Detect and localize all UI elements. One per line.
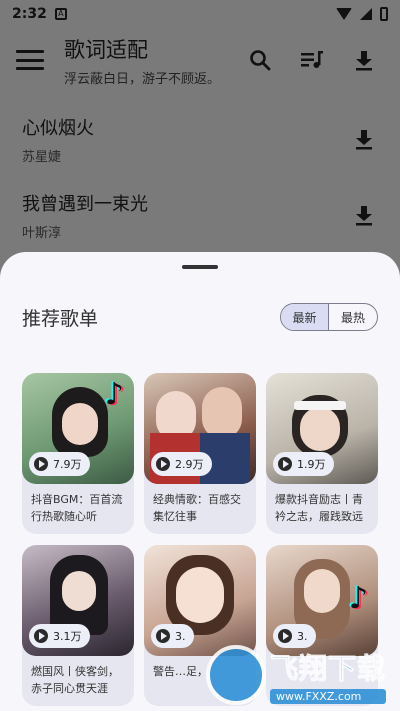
playlist-card[interactable]: 1.9万 爆款抖音励志丨青衿之志，履践致远 (266, 373, 378, 534)
tab-latest[interactable]: 最新 (281, 304, 329, 330)
play-count: 7.9万 (29, 452, 90, 476)
tab-hottest[interactable]: 最热 (329, 304, 377, 330)
play-icon (34, 629, 48, 643)
play-count: 3.1万 (29, 624, 90, 648)
sheet-title: 推荐歌单 (22, 307, 99, 330)
playlist-card[interactable]: ♪ 7.9万 抖音BGM：百首流行热歌随心听 (22, 373, 134, 534)
watermark-logo-icon (205, 645, 266, 705)
playlist-cover: ♪ 7.9万 (22, 373, 134, 484)
play-icon (156, 629, 170, 643)
watermark-url: www.FXXZ.com (269, 688, 386, 704)
playlist-cover: 2.9万 (144, 373, 256, 484)
recommend-sheet: 推荐歌单 最新 最热 ♪ 7.9万 抖音BGM：百首流行热歌随心听 2.9万 经… (0, 252, 400, 711)
play-icon (278, 629, 292, 643)
drag-handle[interactable] (182, 265, 218, 269)
play-count: 3. (151, 624, 194, 648)
play-icon (278, 457, 292, 471)
playlist-title: 经典情歌：百感交集忆往事 (153, 493, 241, 523)
tiktok-logo-icon: ♪ (348, 581, 368, 616)
sort-toggle: 最新 最热 (280, 303, 378, 331)
playlist-card[interactable]: 2.9万 经典情歌：百感交集忆往事 (144, 373, 256, 534)
watermark-text: 飞翔下载 (269, 651, 386, 685)
play-icon (156, 457, 170, 471)
playlist-card[interactable]: 3.1万 燃国风丨侠客剑，赤子同心贯天涯 (22, 545, 134, 706)
tiktok-logo-icon: ♪ (104, 377, 124, 412)
playlist-title: 抖音BGM：百首流行热歌随心听 (31, 493, 123, 523)
play-count: 2.9万 (151, 452, 212, 476)
playlist-cover: 1.9万 (266, 373, 378, 484)
playlist-title: 燃国风丨侠客剑，赤子同心贯天涯 (31, 665, 119, 695)
playlist-cover: ♪ 3. (266, 545, 378, 656)
playlist-cover: 3. (144, 545, 256, 656)
playlist-cover: 3.1万 (22, 545, 134, 656)
play-count: 1.9万 (273, 452, 334, 476)
playlist-title: 爆款抖音励志丨青衿之志，履践致远 (275, 493, 363, 523)
watermark: 飞翔下载 www.FXXZ.com (205, 645, 386, 705)
play-icon (34, 457, 48, 471)
